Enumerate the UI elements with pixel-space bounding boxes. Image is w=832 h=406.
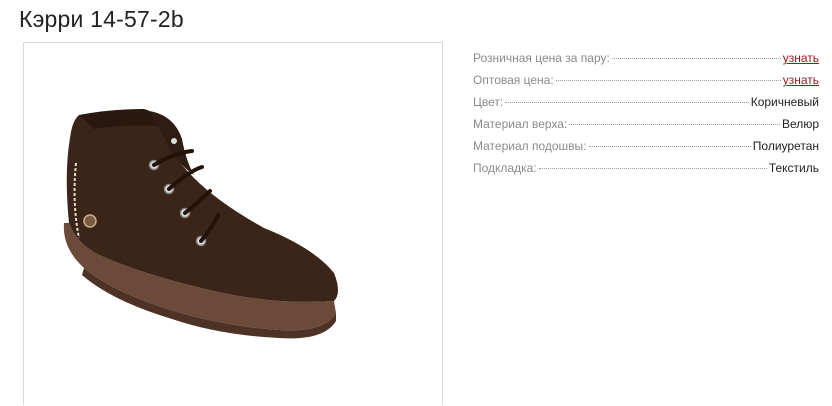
boot-button-shape (83, 214, 97, 228)
dotted-leader (569, 124, 781, 125)
product-specs: Розничная цена за пару: узнать Оптовая ц… (473, 51, 819, 183)
spec-label: Материал верха: (473, 117, 568, 131)
dotted-leader (505, 102, 749, 103)
spec-value: Полиуретан (752, 139, 819, 153)
spec-upper-material: Материал верха: Велюр (473, 117, 819, 139)
spec-label: Оптовая цена: (473, 73, 554, 87)
product-image-frame[interactable] (23, 42, 443, 405)
dotted-leader (538, 168, 767, 169)
spec-value: Велюр (782, 117, 819, 131)
dotted-leader (588, 146, 751, 147)
wholesale-price-link[interactable]: узнать (783, 73, 819, 87)
retail-price-link[interactable]: узнать (783, 51, 819, 65)
spec-color: Цвет: Коричневый (473, 95, 819, 117)
spec-label: Подкладка: (473, 161, 537, 175)
spec-label: Материал подошвы: (473, 139, 587, 153)
dotted-leader (611, 58, 781, 59)
dotted-leader (555, 80, 781, 81)
spec-label: Розничная цена за пару: (473, 51, 610, 65)
spec-lining: Подкладка: Текстиль (473, 161, 819, 183)
spec-value: Коричневый (750, 95, 819, 109)
spec-retail-price: Розничная цена за пару: узнать (473, 51, 819, 73)
spec-sole-material: Материал подошвы: Полиуретан (473, 139, 819, 161)
spec-value: Текстиль (768, 161, 819, 175)
product-image (63, 109, 339, 339)
spec-label: Цвет: (473, 95, 504, 109)
spec-wholesale-price: Оптовая цена: узнать (473, 73, 819, 95)
product-title: Кэрри 14-57-2b (19, 6, 184, 32)
